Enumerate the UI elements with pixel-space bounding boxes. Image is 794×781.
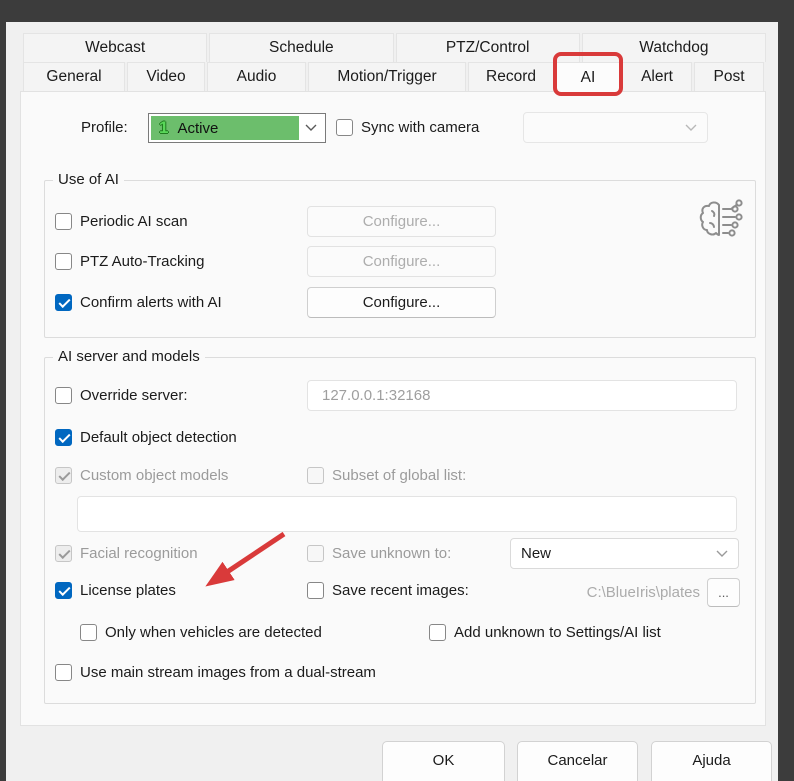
tab-ai[interactable]: AI (556, 62, 620, 93)
profile-value: Active (177, 120, 218, 137)
override-server-row: Override server: (55, 387, 188, 404)
custom-models-label: Custom object models (80, 467, 228, 484)
save-unknown-checkbox (307, 545, 324, 562)
tab-alert[interactable]: Alert (622, 62, 692, 91)
facial-recognition-checkbox (55, 545, 72, 562)
ptz-auto-tracking-label: PTZ Auto-Tracking (80, 253, 204, 270)
chevron-down-icon (305, 124, 317, 132)
add-unknown-label: Add unknown to Settings/AI list (454, 624, 661, 641)
save-unknown-label: Save unknown to: (332, 545, 451, 562)
save-recent-label: Save recent images: (332, 582, 469, 599)
default-detection-label: Default object detection (80, 429, 237, 446)
license-plates-row: License plates (55, 582, 176, 599)
save-unknown-select[interactable]: New (510, 538, 739, 569)
override-server-input[interactable]: 127.0.0.1:32168 (307, 380, 737, 411)
periodic-ai-scan-checkbox[interactable] (55, 213, 72, 230)
save-recent-path: C:\BlueIris\plates (510, 584, 700, 601)
profile-row: Profile: (81, 119, 128, 136)
use-of-ai-title: Use of AI (53, 171, 124, 188)
chevron-down-icon (685, 124, 697, 132)
custom-models-input[interactable] (77, 496, 737, 532)
use-of-ai-group: Use of AI Periodic AI scan Configure... … (44, 180, 756, 338)
tab-motion-trigger[interactable]: Motion/Trigger (308, 62, 466, 91)
save-unknown-value: New (521, 545, 551, 562)
add-unknown-row: Add unknown to Settings/AI list (429, 624, 661, 641)
profile-active-highlight: 1 Active (151, 116, 299, 140)
configure-ptz-button: Configure... (307, 246, 496, 277)
subset-label: Subset of global list: (332, 467, 466, 484)
confirm-alerts-row: Confirm alerts with AI (55, 294, 222, 311)
tab-ptz-control[interactable]: PTZ/Control (396, 33, 580, 62)
periodic-ai-scan-label: Periodic AI scan (80, 213, 188, 230)
override-server-value: 127.0.0.1:32168 (322, 387, 430, 404)
window-title: CameraXX (20, 0, 102, 5)
dual-stream-row: Use main stream images from a dual-strea… (55, 664, 376, 681)
subset-checkbox (307, 467, 324, 484)
only-vehicles-label: Only when vehicles are detected (105, 624, 322, 641)
only-vehicles-checkbox[interactable] (80, 624, 97, 641)
facial-recognition-row: Facial recognition (55, 545, 198, 562)
help-button[interactable]: Ajuda (651, 741, 772, 781)
save-recent-row: Save recent images: (307, 582, 469, 599)
ai-server-group: AI server and models Override server: 12… (44, 357, 756, 704)
sync-with-camera-row: Sync with camera (336, 119, 479, 136)
override-server-checkbox[interactable] (55, 387, 72, 404)
save-unknown-row: Save unknown to: (307, 545, 451, 562)
only-vehicles-row: Only when vehicles are detected (80, 624, 322, 641)
periodic-ai-scan-row: Periodic AI scan (55, 213, 188, 230)
tab-audio[interactable]: Audio (207, 62, 306, 91)
tab-webcast[interactable]: Webcast (23, 33, 207, 62)
profile-number-icon: 1 (159, 118, 168, 138)
custom-models-row: Custom object models (55, 467, 228, 484)
subset-row: Subset of global list: (307, 467, 466, 484)
ok-button[interactable]: OK (382, 741, 505, 781)
configure-confirm-button[interactable]: Configure... (307, 287, 496, 318)
confirm-alerts-label: Confirm alerts with AI (80, 294, 222, 311)
sync-with-camera-checkbox[interactable] (336, 119, 353, 136)
ai-brain-icon (695, 197, 745, 245)
tab-row-1: Webcast Schedule PTZ/Control Watchdog (23, 33, 766, 62)
configure-periodic-button: Configure... (307, 206, 496, 237)
facial-recognition-label: Facial recognition (80, 545, 198, 562)
dual-stream-label: Use main stream images from a dual-strea… (80, 664, 376, 681)
tab-record[interactable]: Record (468, 62, 554, 91)
tab-video[interactable]: Video (127, 62, 205, 91)
default-detection-checkbox[interactable] (55, 429, 72, 446)
cancel-button[interactable]: Cancelar (517, 741, 638, 781)
ai-server-title: AI server and models (53, 348, 205, 365)
add-unknown-checkbox[interactable] (429, 624, 446, 641)
camera-settings-window: CameraXX Webcast Schedule PTZ/Control Wa… (0, 0, 794, 781)
camera-profile-select[interactable] (523, 112, 708, 143)
chevron-down-icon (716, 550, 728, 558)
sync-with-camera-label: Sync with camera (361, 119, 479, 136)
ptz-auto-tracking-checkbox[interactable] (55, 253, 72, 270)
default-detection-row: Default object detection (55, 429, 237, 446)
tab-post[interactable]: Post (694, 62, 764, 91)
tab-schedule[interactable]: Schedule (209, 33, 393, 62)
titlebar: CameraXX (0, 0, 794, 22)
ptz-auto-tracking-row: PTZ Auto-Tracking (55, 253, 204, 270)
override-server-label: Override server: (80, 387, 188, 404)
tab-watchdog[interactable]: Watchdog (582, 33, 766, 62)
browse-button[interactable]: ... (707, 578, 740, 607)
profile-select[interactable]: 1 Active (148, 113, 326, 143)
license-plates-checkbox[interactable] (55, 582, 72, 599)
camera-settings-dialog: Webcast Schedule PTZ/Control Watchdog Ge… (6, 22, 778, 781)
dual-stream-checkbox[interactable] (55, 664, 72, 681)
save-recent-checkbox[interactable] (307, 582, 324, 599)
ai-tab-panel: Profile: 1 Active Sync with camera Use o… (20, 91, 766, 726)
confirm-alerts-checkbox[interactable] (55, 294, 72, 311)
license-plates-label: License plates (80, 582, 176, 599)
profile-label: Profile: (81, 119, 128, 136)
custom-models-checkbox (55, 467, 72, 484)
tab-row-2: General Video Audio Motion/Trigger Recor… (23, 62, 766, 91)
tab-general[interactable]: General (23, 62, 125, 91)
